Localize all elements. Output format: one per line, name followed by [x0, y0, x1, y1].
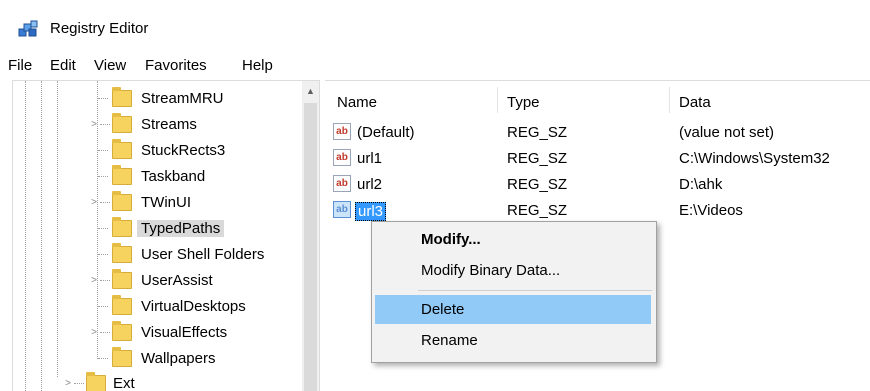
tree-item-label: StreamMRU: [141, 90, 224, 107]
chevron-right-icon[interactable]: >: [89, 119, 99, 130]
folder-icon: [112, 321, 132, 341]
folder-icon: [112, 113, 132, 133]
column-header-data[interactable]: Data: [679, 94, 711, 111]
tree-item-taskband[interactable]: Taskband: [13, 164, 302, 190]
chevron-right-icon[interactable]: >: [89, 327, 99, 338]
column-header-name[interactable]: Name: [337, 94, 377, 111]
value-type: REG_SZ: [507, 150, 568, 167]
menu-bar: File Edit View Favorites Help: [0, 54, 870, 80]
folder-icon: [112, 139, 132, 159]
value-name: url2: [357, 176, 383, 193]
folder-icon: [112, 347, 132, 367]
folder-icon: [112, 269, 132, 289]
key-tree-pane[interactable]: StreamMRU > Streams StuckRects3 Taskband…: [12, 80, 320, 391]
tree-item-wallpapers[interactable]: Wallpapers: [13, 346, 302, 372]
tree-item-streams[interactable]: > Streams: [13, 112, 302, 138]
menu-help[interactable]: Help: [242, 57, 273, 74]
string-value-icon: ab: [333, 175, 351, 192]
tree-item-label: TypedPaths: [137, 220, 225, 237]
column-separator[interactable]: [497, 87, 498, 113]
context-menu-label: Rename: [421, 332, 478, 349]
menu-file[interactable]: File: [8, 57, 32, 74]
tree-item-stuckrects3[interactable]: StuckRects3: [13, 138, 302, 164]
value-name: (Default): [357, 124, 415, 141]
folder-icon: [112, 87, 132, 107]
folder-icon: [112, 191, 132, 211]
tree-item-label: Streams: [141, 116, 197, 133]
context-menu-label: Modify...: [421, 231, 481, 248]
registry-editor-icon: [18, 20, 38, 37]
value-row-default[interactable]: ab (Default) REG_SZ (value not set): [325, 120, 870, 146]
title-bar: Registry Editor: [0, 0, 870, 50]
context-menu-modify[interactable]: Modify...: [375, 225, 651, 254]
folder-icon: [112, 295, 132, 315]
context-menu-delete[interactable]: Delete: [375, 295, 651, 324]
tree-item-label: User Shell Folders: [141, 246, 265, 263]
value-row-url1[interactable]: ab url1 REG_SZ C:\Windows\System32: [325, 146, 870, 172]
context-menu-modify-binary-data[interactable]: Modify Binary Data...: [375, 256, 651, 285]
scroll-up-arrow-icon[interactable]: ▲: [302, 81, 319, 101]
scrollbar-thumb[interactable]: [304, 103, 317, 391]
tree-item-label: UserAssist: [141, 272, 213, 289]
value-data: D:\ahk: [679, 176, 723, 193]
folder-icon: [112, 217, 132, 237]
tree-item-visualeffects[interactable]: > VisualEffects: [13, 320, 302, 346]
string-value-icon: ab: [333, 149, 351, 166]
folder-icon: [112, 243, 132, 263]
folder-icon: [112, 165, 132, 185]
value-name: url3: [355, 202, 387, 221]
context-menu: Modify... Modify Binary Data... Delete R…: [371, 221, 657, 363]
tree-item-label: TWinUI: [141, 194, 191, 211]
tree-item-label: Wallpapers: [141, 350, 216, 367]
tree-item-label: VirtualDesktops: [141, 298, 246, 315]
menu-edit[interactable]: Edit: [50, 57, 76, 74]
context-menu-label: Delete: [421, 301, 465, 318]
tree-item-typedpaths[interactable]: TypedPaths: [13, 216, 302, 242]
chevron-right-icon[interactable]: >: [63, 378, 73, 389]
chevron-right-icon[interactable]: >: [89, 275, 99, 286]
tree-item-userassist[interactable]: > UserAssist: [13, 268, 302, 294]
value-name: url1: [357, 150, 383, 167]
value-type: REG_SZ: [507, 124, 568, 141]
value-data: E:\Videos: [679, 202, 743, 219]
value-type: REG_SZ: [507, 176, 568, 193]
tree-item-streammru[interactable]: StreamMRU: [13, 86, 302, 112]
string-value-icon: ab: [333, 201, 351, 218]
string-value-icon: ab: [333, 123, 351, 140]
context-menu-separator: [418, 290, 652, 291]
tree-item-label: VisualEffects: [141, 324, 228, 341]
tree-scrollbar[interactable]: ▲: [302, 81, 319, 391]
tree-item-label: Taskband: [141, 168, 206, 185]
menu-view[interactable]: View: [94, 57, 126, 74]
tree-item-user-shell-folders[interactable]: User Shell Folders: [13, 242, 302, 268]
column-header-type[interactable]: Type: [507, 94, 540, 111]
column-separator[interactable]: [669, 87, 670, 113]
tree-item-label: StuckRects3: [141, 142, 226, 159]
context-menu-label: Modify Binary Data...: [421, 262, 561, 279]
value-data: (value not set): [679, 124, 775, 141]
value-type: REG_SZ: [507, 202, 568, 219]
window-title: Registry Editor: [50, 20, 149, 37]
folder-icon: [86, 372, 106, 391]
menu-favorites[interactable]: Favorites: [145, 57, 207, 74]
chevron-right-icon[interactable]: >: [89, 197, 99, 208]
value-row-url2[interactable]: ab url2 REG_SZ D:\ahk: [325, 172, 870, 198]
tree-item-label: Ext: [113, 375, 135, 391]
tree-item-ext[interactable]: > Ext: [13, 371, 302, 391]
context-menu-rename[interactable]: Rename: [375, 326, 651, 355]
tree-item-virtualdesktops[interactable]: VirtualDesktops: [13, 294, 302, 320]
tree-item-twinui[interactable]: > TWinUI: [13, 190, 302, 216]
value-data: C:\Windows\System32: [679, 150, 830, 167]
